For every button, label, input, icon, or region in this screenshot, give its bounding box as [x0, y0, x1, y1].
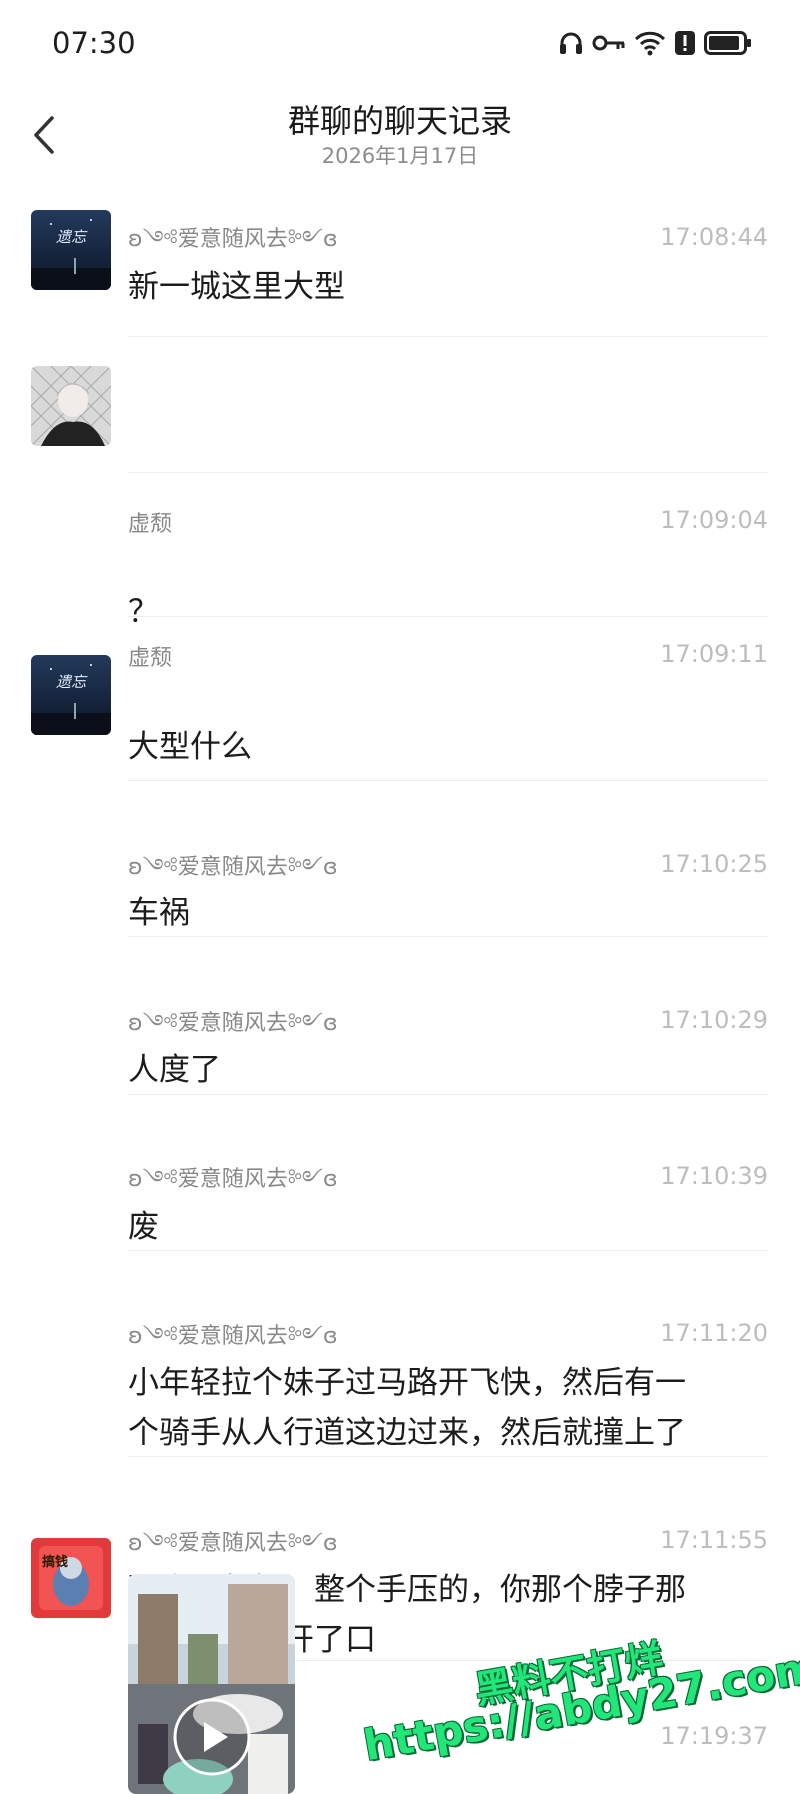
message-text: 废 [128, 1209, 159, 1245]
nav-header: 群聊的聊天记录 2026年1月17日 [0, 90, 800, 180]
message-time: 17:09:11 [660, 640, 768, 668]
divider [128, 936, 768, 937]
divider [128, 1456, 768, 1457]
message-time: 17:09:04 [660, 506, 768, 534]
message-text: 车祸 [128, 895, 190, 931]
message-text: ？ [128, 594, 159, 630]
status-bar: 07:30 [0, 0, 800, 90]
key-icon [592, 35, 625, 51]
message-text: 大型什么 [128, 729, 252, 765]
wifi-icon [634, 31, 666, 56]
divider [128, 780, 768, 781]
avatar[interactable]: 搞钱 [31, 1538, 111, 1618]
alert-icon [675, 31, 695, 55]
avatar[interactable]: 遗忘 [31, 210, 111, 290]
message-text: 新一城这里大型 [128, 269, 345, 305]
message-time: 17:10:25 [660, 850, 768, 878]
headphones-icon [560, 32, 582, 54]
battery-icon [704, 31, 751, 55]
message-time: 17:10:29 [660, 1006, 768, 1034]
divider [128, 472, 768, 473]
avatar-text: 遗忘 [56, 228, 88, 246]
play-icon[interactable] [172, 1697, 252, 1777]
page-title: 群聊的聊天记录 [287, 102, 512, 140]
avatar-text: 搞钱 [42, 1554, 68, 1570]
avatar-text: 遗忘 [56, 673, 88, 691]
divider [128, 616, 768, 617]
message-time: 17:19:37 [660, 1722, 768, 1750]
message-line: 个骑手从人行道这边过来，然后就撞上了 [128, 1415, 686, 1451]
divider [128, 336, 768, 337]
sender-name: 虚颓 [128, 512, 173, 537]
message-time: 17:11:20 [660, 1319, 768, 1347]
message-time: 17:10:39 [660, 1162, 768, 1190]
status-time: 07:30 [52, 26, 136, 60]
sender-name: 虚颓 [128, 646, 173, 671]
message-line: 小年轻拉个妹子过马路开飞快，然后有一 [128, 1365, 686, 1401]
message-text: 小年轻拉个妹子过马路开飞快，然后有一 个骑手从人行道这边过来，然后就撞上了 [128, 1358, 748, 1458]
status-icons [558, 30, 752, 56]
message-time: 17:11:55 [660, 1526, 768, 1554]
message-time: 17:08:44 [660, 223, 768, 251]
divider [128, 1250, 768, 1251]
message-text: 人度了 [128, 1052, 221, 1088]
avatar[interactable] [31, 366, 111, 446]
page-date: 2026年1月17日 [321, 144, 479, 168]
avatar[interactable]: 遗忘 [31, 655, 111, 735]
divider [128, 1094, 768, 1095]
